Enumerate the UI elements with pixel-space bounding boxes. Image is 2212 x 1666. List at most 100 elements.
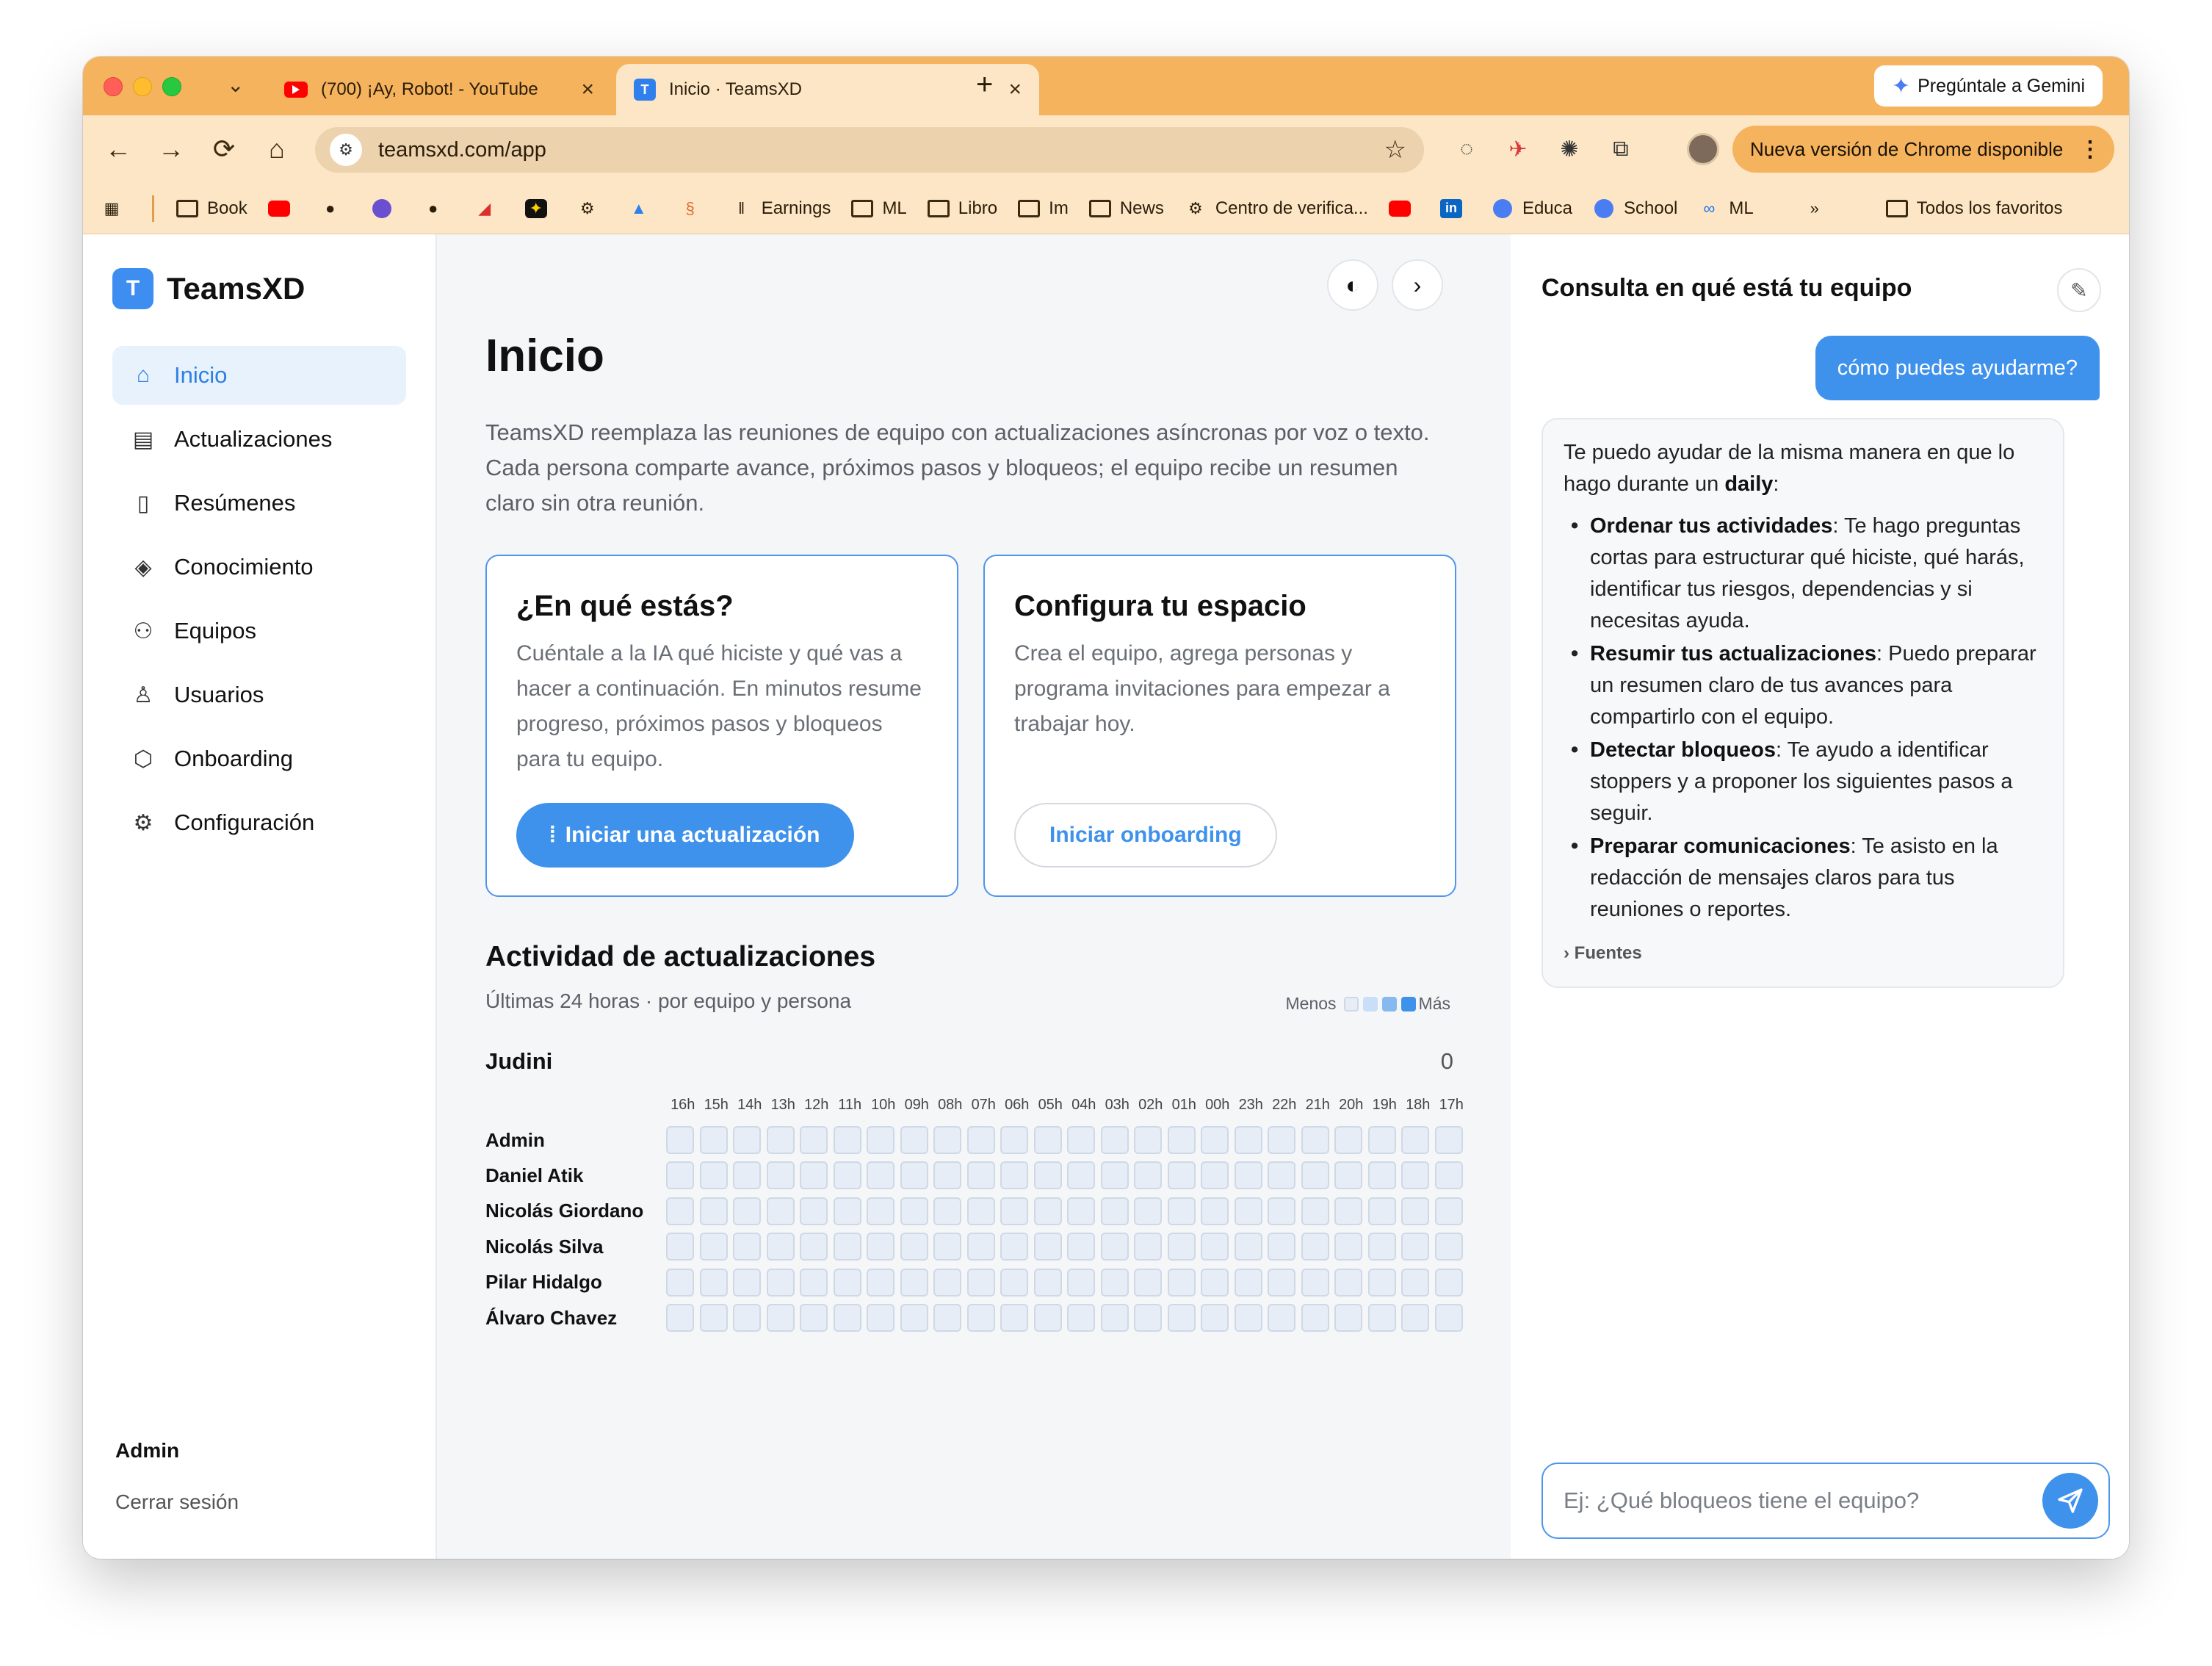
heatmap-cell[interactable] <box>1434 1233 1463 1261</box>
heatmap-cell[interactable] <box>733 1161 761 1190</box>
heatmap-cell[interactable] <box>867 1304 894 1332</box>
heatmap-cell[interactable] <box>1201 1304 1229 1332</box>
heatmap-cell[interactable] <box>933 1233 961 1261</box>
heatmap-cell[interactable] <box>1334 1161 1362 1190</box>
heatmap-cell[interactable] <box>900 1197 928 1225</box>
heatmap-cell[interactable] <box>699 1268 728 1297</box>
heatmap-cell[interactable] <box>1067 1304 1095 1332</box>
heatmap-cell[interactable] <box>1201 1268 1229 1297</box>
heatmap-cell[interactable] <box>666 1304 694 1332</box>
heatmap-cell[interactable] <box>1167 1233 1196 1261</box>
tab-youtube[interactable]: (700) ¡Ay, Robot! - YouTube × <box>267 64 612 115</box>
heatmap-cell[interactable] <box>1167 1126 1196 1154</box>
heatmap-cell[interactable] <box>1268 1126 1295 1154</box>
heatmap-cell[interactable] <box>733 1233 761 1261</box>
bookmark-gear[interactable]: ⚙ <box>577 199 607 218</box>
bookmark-ml[interactable]: ML <box>851 198 907 219</box>
bookmark-news[interactable]: News <box>1088 198 1164 219</box>
heatmap-cell[interactable] <box>1334 1197 1362 1225</box>
heatmap-cell[interactable] <box>1000 1304 1028 1332</box>
heatmap-cell[interactable] <box>1367 1233 1396 1261</box>
heatmap-cell[interactable] <box>1100 1268 1129 1297</box>
heatmap-cell[interactable] <box>1301 1268 1329 1297</box>
heatmap-cell[interactable] <box>1301 1161 1329 1190</box>
bookmark-centro[interactable]: ⚙ Centro de verifica... <box>1185 198 1368 219</box>
tab-close-icon[interactable]: × <box>581 77 594 102</box>
bookmark-linkedin[interactable]: in <box>1439 198 1471 218</box>
bookmark-educa[interactable]: Educa <box>1492 198 1572 219</box>
bookmark-libro[interactable]: Libro <box>927 198 997 219</box>
heatmap-cell[interactable] <box>1334 1126 1362 1154</box>
sidebar-item-resumenes[interactable]: ▯ Resúmenes <box>112 474 406 533</box>
heatmap-cell[interactable] <box>1167 1197 1196 1225</box>
heatmap-cell[interactable] <box>833 1233 861 1261</box>
extension-bird-icon[interactable]: ✈ <box>1503 134 1533 164</box>
chevron-right-icon[interactable]: › <box>1392 259 1443 311</box>
sidebar-item-inicio[interactable]: ⌂ Inicio <box>112 346 406 405</box>
sidebar-item-onboarding[interactable]: ⬡ Onboarding <box>112 729 406 788</box>
heatmap-cell[interactable] <box>966 1126 995 1154</box>
heatmap-cell[interactable] <box>1301 1233 1329 1261</box>
heatmap-cell[interactable] <box>699 1304 728 1332</box>
heatmap-cell[interactable] <box>666 1161 694 1190</box>
heatmap-cell[interactable] <box>1033 1126 1062 1154</box>
heatmap-cell[interactable] <box>1334 1233 1362 1261</box>
heatmap-cell[interactable] <box>733 1268 761 1297</box>
heatmap-cell[interactable] <box>766 1126 795 1154</box>
more-bookmarks-icon[interactable]: » <box>1804 199 1835 218</box>
heatmap-cell[interactable] <box>800 1268 828 1297</box>
heatmap-cell[interactable] <box>966 1304 995 1332</box>
heatmap-cell[interactable] <box>1367 1268 1396 1297</box>
send-button[interactable] <box>2042 1473 2098 1529</box>
heatmap-cell[interactable] <box>766 1304 795 1332</box>
heatmap-cell[interactable] <box>900 1161 928 1190</box>
heatmap-cell[interactable] <box>733 1197 761 1225</box>
heatmap-cell[interactable] <box>1000 1161 1028 1190</box>
heatmap-cell[interactable] <box>1234 1233 1262 1261</box>
heatmap-cell[interactable] <box>1100 1197 1129 1225</box>
heatmap-cell[interactable] <box>900 1126 928 1154</box>
heatmap-cell[interactable] <box>699 1161 728 1190</box>
heatmap-cell[interactable] <box>1201 1197 1229 1225</box>
heatmap-cell[interactable] <box>1401 1233 1429 1261</box>
heatmap-cell[interactable] <box>1334 1268 1362 1297</box>
tab-search-chevron-icon[interactable]: ⌄ <box>227 73 244 97</box>
heatmap-cell[interactable] <box>1301 1197 1329 1225</box>
heatmap-cell[interactable] <box>699 1126 728 1154</box>
sidebar-item-usuarios[interactable]: ♙ Usuarios <box>112 666 406 724</box>
heatmap-cell[interactable] <box>1000 1197 1028 1225</box>
bookmark-globe[interactable]: ● <box>319 199 350 218</box>
bookmark-school[interactable]: School <box>1593 198 1677 219</box>
bookmark-spark[interactable]: ✦ <box>524 198 556 218</box>
heatmap-cell[interactable] <box>666 1126 694 1154</box>
heatmap-cell[interactable] <box>1201 1161 1229 1190</box>
bookmark-apple[interactable]: ● <box>422 199 453 218</box>
heatmap-cell[interactable] <box>1301 1126 1329 1154</box>
more-vert-icon[interactable]: ⋮ <box>2079 137 2101 162</box>
chrome-update-button[interactable]: Nueva versión de Chrome disponible ⋮ <box>1732 126 2114 173</box>
heatmap-cell[interactable] <box>933 1197 961 1225</box>
heatmap-cell[interactable] <box>1367 1126 1396 1154</box>
heatmap-cell[interactable] <box>1134 1161 1162 1190</box>
brand[interactable]: T TeamsXD <box>112 268 305 309</box>
heatmap-cell[interactable] <box>1234 1161 1262 1190</box>
heatmap-cell[interactable] <box>800 1233 828 1261</box>
heatmap-cell[interactable] <box>1000 1268 1028 1297</box>
heatmap-cell[interactable] <box>867 1161 894 1190</box>
heatmap-cell[interactable] <box>766 1161 795 1190</box>
extension-openai-icon[interactable]: ✺ <box>1555 134 1584 164</box>
bookmark-todos[interactable]: Todos los favoritos <box>1885 198 2063 219</box>
heatmap-cell[interactable] <box>900 1268 928 1297</box>
heatmap-cell[interactable] <box>1134 1268 1162 1297</box>
heatmap-cell[interactable] <box>766 1233 795 1261</box>
heatmap-cell[interactable] <box>666 1268 694 1297</box>
heatmap-cell[interactable] <box>1201 1233 1229 1261</box>
heatmap-cell[interactable] <box>699 1233 728 1261</box>
heatmap-cell[interactable] <box>867 1268 894 1297</box>
sidebar-item-actualizaciones[interactable]: ▤ Actualizaciones <box>112 410 406 469</box>
bookmark-earnings[interactable]: ǁ Earnings <box>731 198 831 219</box>
bookmark-ads[interactable]: ▲ <box>628 199 659 218</box>
heatmap-cell[interactable] <box>1033 1233 1062 1261</box>
heatmap-cell[interactable] <box>1434 1126 1463 1154</box>
heatmap-cell[interactable] <box>666 1197 694 1225</box>
